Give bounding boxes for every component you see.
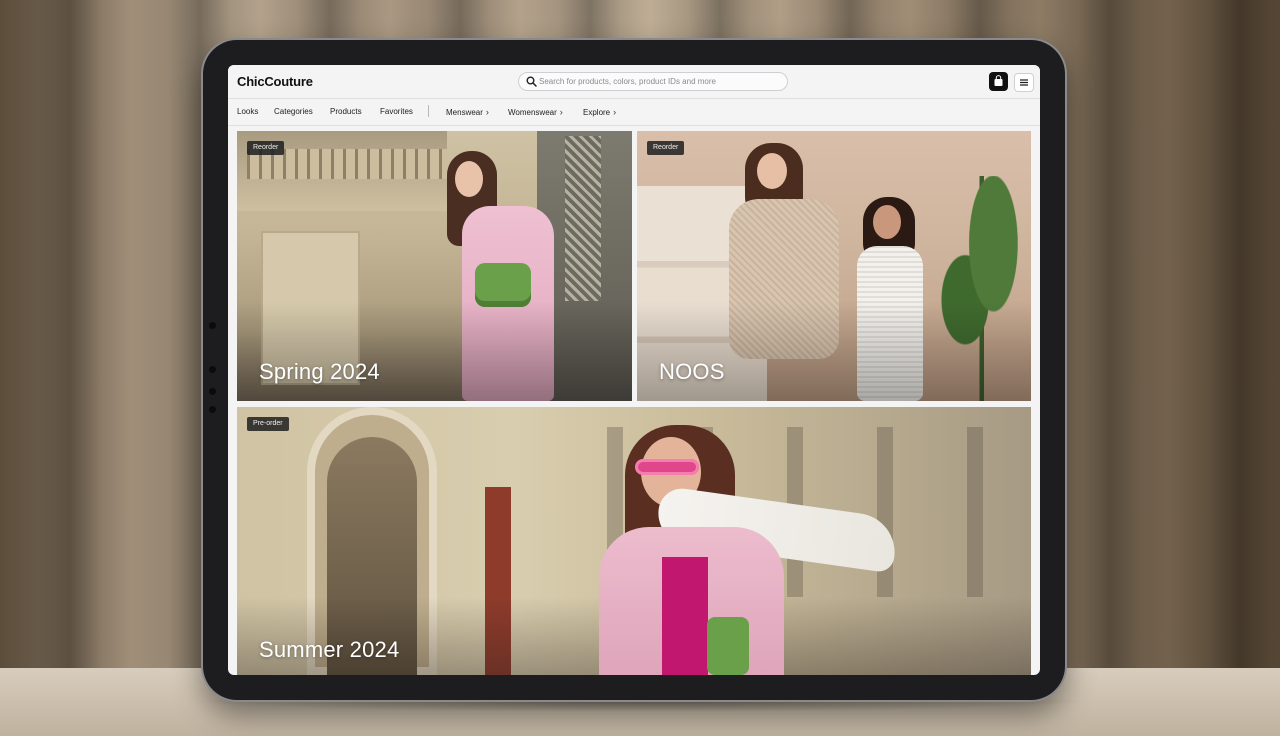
hamburger-menu-icon xyxy=(1020,79,1028,86)
chevron-right-icon: › xyxy=(485,107,489,117)
menu-button[interactable] xyxy=(1014,73,1034,92)
side-sensor-icon xyxy=(209,366,216,373)
shopping-bag-icon xyxy=(994,75,1003,86)
main-nav: Looks Categories Products Favorites Mens… xyxy=(228,99,1040,126)
ornate-door-panel xyxy=(565,136,601,301)
pink-sunglasses xyxy=(635,459,699,475)
collection-card-noos[interactable]: Reorder NOOS xyxy=(637,131,1031,401)
collection-badge: Reorder xyxy=(647,141,685,155)
chevron-right-icon: › xyxy=(613,107,617,117)
collection-title: Summer 2024 xyxy=(259,637,400,662)
vignette xyxy=(237,301,632,401)
collection-card-spring-2024[interactable]: Reorder Spring 2024 xyxy=(237,131,632,401)
nav-item-label: Menswear xyxy=(446,108,483,117)
collection-title: Spring 2024 xyxy=(259,359,380,384)
nav-item-menswear[interactable]: Menswear › xyxy=(446,107,489,117)
collection-badge: Pre-order xyxy=(247,417,289,431)
model-two-face xyxy=(873,205,901,239)
search-input[interactable] xyxy=(539,74,779,88)
model-face xyxy=(455,161,483,197)
tablet-screen: ChicCouture Search for products, colors,… xyxy=(228,65,1040,675)
chevron-right-icon: › xyxy=(559,107,563,117)
nav-item-label: Womenswear xyxy=(508,108,557,117)
nav-item-label: Explore xyxy=(583,108,611,117)
search-bar[interactable] xyxy=(518,72,788,91)
side-sensor-icon xyxy=(209,406,216,413)
nav-item-favorites[interactable]: Favorites xyxy=(380,107,413,116)
model-one-face xyxy=(757,153,787,189)
collection-card-summer-2024[interactable]: Pre-order Summer 2024 xyxy=(237,407,1031,675)
nav-item-products[interactable]: Products xyxy=(330,107,362,116)
magenta-top xyxy=(662,557,708,675)
collection-title: NOOS xyxy=(659,359,725,384)
tablet-frame: ChicCouture Search for products, colors,… xyxy=(203,40,1065,700)
nav-item-womenswear[interactable]: Womenswear › xyxy=(508,107,563,117)
nav-item-looks[interactable]: Looks xyxy=(237,107,258,116)
nav-divider xyxy=(428,105,429,117)
nav-item-categories[interactable]: Categories xyxy=(274,107,313,116)
side-sensor-icon xyxy=(209,322,216,329)
brand-logo[interactable]: ChicCouture xyxy=(237,74,313,89)
nav-item-explore[interactable]: Explore › xyxy=(583,107,616,117)
side-sensor-icon xyxy=(209,388,216,395)
search-icon xyxy=(526,76,537,87)
vignette xyxy=(637,301,1031,401)
header-bar: ChicCouture xyxy=(228,65,1040,99)
shopping-bag-button[interactable] xyxy=(989,72,1008,91)
green-handbag xyxy=(707,617,749,675)
collection-badge: Reorder xyxy=(247,141,285,155)
